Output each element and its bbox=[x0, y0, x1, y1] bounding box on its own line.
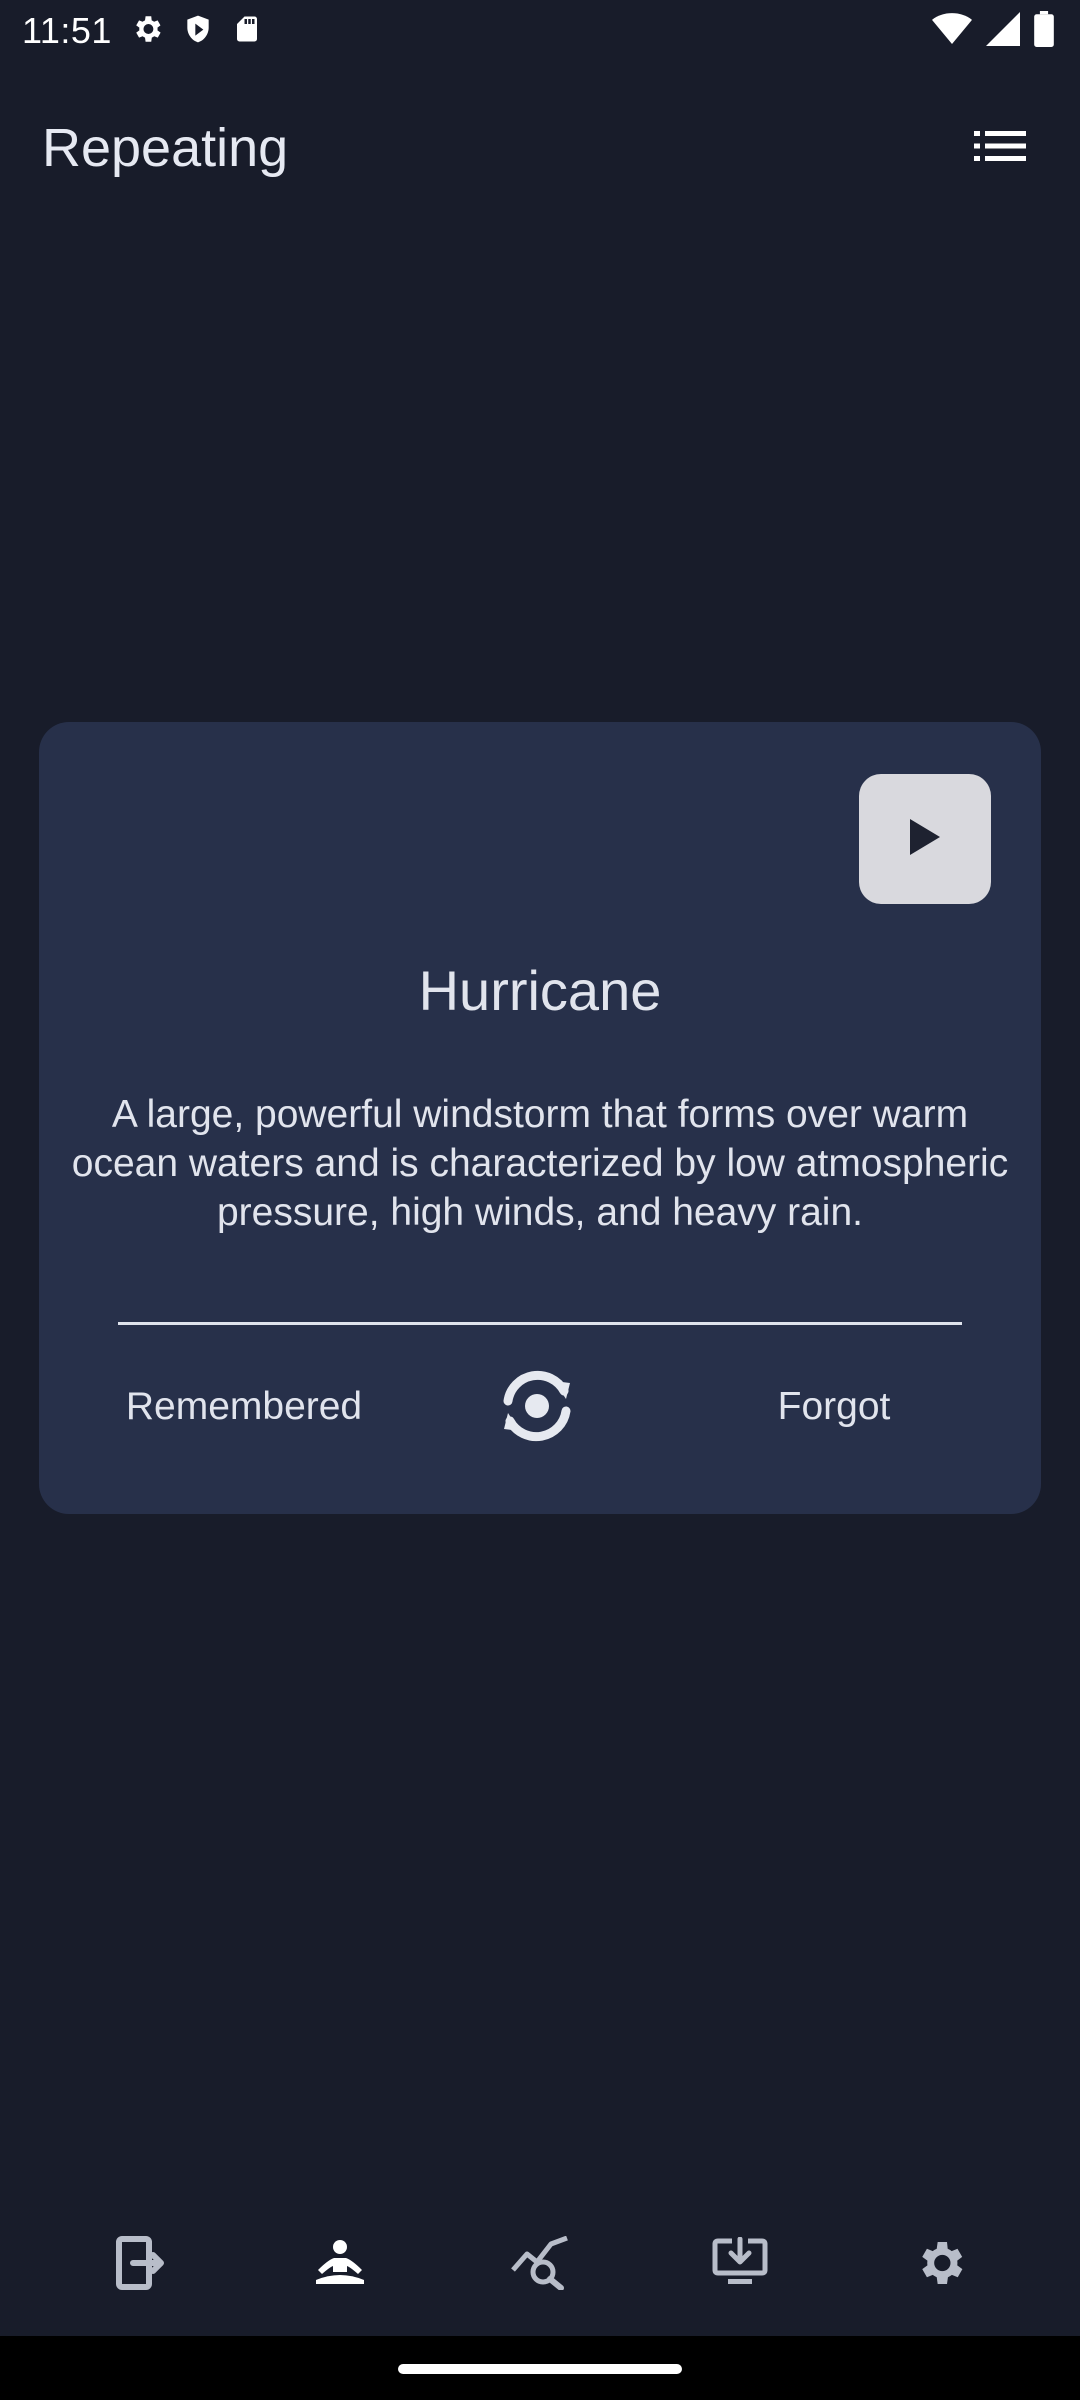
status-notification-icons bbox=[130, 12, 262, 51]
page-title: Repeating bbox=[42, 118, 289, 178]
flip-card-icon bbox=[492, 1361, 582, 1456]
chart-search-icon bbox=[511, 2235, 569, 2295]
word-list-button[interactable] bbox=[960, 108, 1040, 188]
forgot-button[interactable]: Forgot bbox=[689, 1352, 979, 1462]
card-definition: A large, powerful windstorm that forms o… bbox=[71, 1093, 1009, 1234]
nav-item-settings[interactable] bbox=[885, 2210, 995, 2320]
download-icon bbox=[712, 2236, 768, 2294]
gear-icon bbox=[130, 12, 164, 51]
status-left: 11:51 bbox=[22, 10, 262, 52]
status-bar: 11:51 bbox=[0, 0, 1080, 62]
card-word: Hurricane bbox=[418, 959, 662, 1022]
play-icon bbox=[908, 818, 942, 861]
bottom-navigation bbox=[0, 2200, 1080, 2330]
nav-item-practice[interactable] bbox=[285, 2210, 395, 2320]
home-gesture-handle[interactable] bbox=[398, 2364, 682, 2374]
status-system-icons bbox=[932, 10, 1054, 52]
nav-item-statistics[interactable] bbox=[485, 2210, 595, 2320]
signal-icon bbox=[986, 11, 1020, 51]
exit-icon bbox=[115, 2235, 165, 2296]
remembered-button[interactable]: Remembered bbox=[99, 1352, 389, 1462]
nav-item-exit[interactable] bbox=[85, 2210, 195, 2320]
flash-card: Hurricane A large, powerful windstorm th… bbox=[39, 722, 1041, 1514]
play-pronunciation-button[interactable] bbox=[859, 774, 991, 904]
card-action-row: Remembered Forgot bbox=[39, 1352, 1041, 1462]
flip-card-button[interactable] bbox=[489, 1360, 585, 1456]
meditation-icon bbox=[312, 2239, 368, 2291]
wifi-icon bbox=[932, 12, 972, 51]
app-bar: Repeating bbox=[0, 96, 1080, 200]
settings-icon bbox=[912, 2235, 968, 2296]
card-divider bbox=[118, 1322, 962, 1325]
list-icon bbox=[974, 129, 1026, 168]
battery-icon bbox=[1034, 10, 1054, 52]
status-time: 11:51 bbox=[22, 10, 112, 51]
shield-icon bbox=[182, 12, 214, 51]
sd-card-icon bbox=[232, 12, 262, 51]
nav-item-import[interactable] bbox=[685, 2210, 795, 2320]
